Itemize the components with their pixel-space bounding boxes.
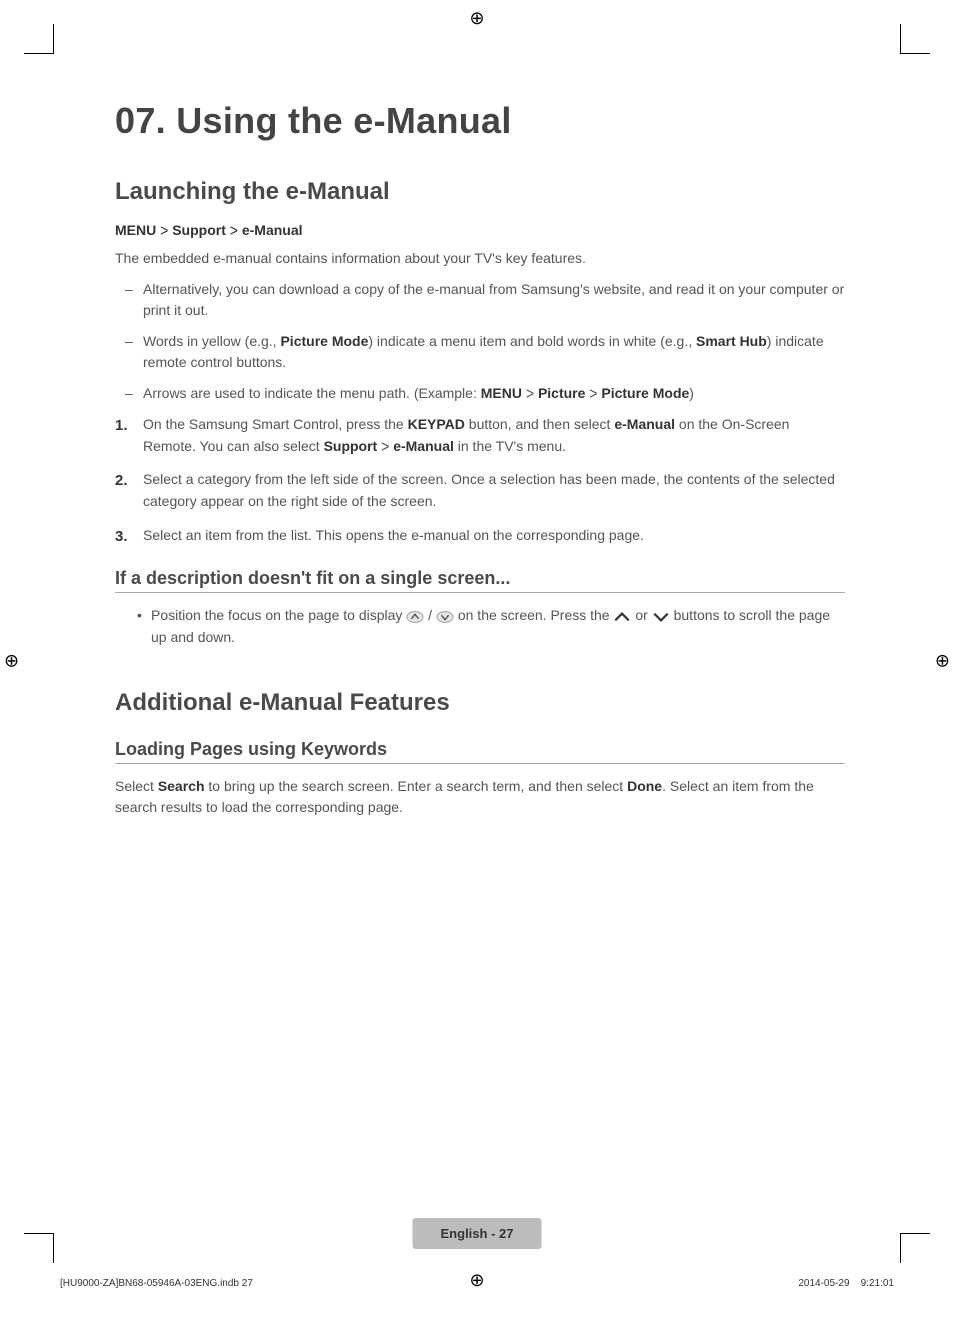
section-heading-launching: Launching the e-Manual: [115, 178, 845, 206]
dash-item: Arrows are used to indicate the menu pat…: [139, 383, 845, 404]
step-number: 2.: [115, 469, 128, 492]
crop-mark: [24, 24, 54, 54]
text: Words in yellow (e.g.,: [143, 333, 280, 349]
numbered-item: 3. Select an item from the list. This op…: [139, 525, 845, 547]
text: On the Samsung Smart Control, press the: [143, 416, 408, 432]
page-footer-badge: English - 27: [413, 1218, 542, 1249]
scroll-down-bubble-icon: [436, 609, 454, 623]
step-number: 3.: [115, 525, 128, 548]
body-text: Select Search to bring up the search scr…: [115, 776, 845, 818]
menu-path-part: e-Manual: [242, 222, 303, 238]
chevron-up-icon: [613, 609, 631, 623]
registration-mark-icon: ⊕: [469, 8, 484, 29]
text: Arrows are used to indicate the menu pat…: [143, 385, 481, 401]
dash-item: Alternatively, you can download a copy o…: [139, 279, 845, 321]
chevron-right-icon: >: [526, 381, 534, 406]
bold-term: Picture Mode: [601, 385, 689, 401]
dash-list: Alternatively, you can download a copy o…: [115, 279, 845, 404]
footer-page-number: 27: [499, 1226, 513, 1241]
chevron-down-icon: [652, 609, 670, 623]
menu-path-part: Support: [172, 222, 226, 238]
bullet-item: Position the focus on the page to displa…: [151, 605, 845, 648]
intro-text: The embedded e-manual contains informati…: [115, 248, 845, 269]
text: /: [428, 607, 436, 623]
page-content: 07. Using the e-Manual Launching the e-M…: [115, 100, 845, 828]
bold-term: KEYPAD: [408, 416, 465, 432]
bold-term: Done: [627, 778, 662, 794]
print-slug-right: 2014-05-29 9:21:01: [798, 1278, 894, 1289]
text: ): [689, 385, 694, 401]
subsection-heading-scroll: If a description doesn't fit on a single…: [115, 568, 845, 593]
text: or: [635, 607, 651, 623]
text: in the TV's menu.: [454, 438, 566, 454]
bold-term: MENU: [481, 385, 522, 401]
bullet-list: Position the focus on the page to displa…: [115, 605, 845, 648]
numbered-item: 1. On the Samsung Smart Control, press t…: [139, 414, 845, 457]
text: button, and then select: [465, 416, 614, 432]
chevron-right-icon: >: [381, 434, 389, 460]
text: on the screen. Press the: [458, 607, 614, 623]
menu-path-part: MENU: [115, 222, 156, 238]
menu-path: MENU > Support > e-Manual: [115, 222, 845, 238]
bold-term: Picture Mode: [280, 333, 368, 349]
chevron-right-icon: >: [160, 220, 168, 239]
crop-mark: [900, 1233, 930, 1263]
footer-language: English -: [441, 1226, 500, 1241]
bold-term: e-Manual: [393, 438, 454, 454]
text: Select: [115, 778, 158, 794]
bold-term: Search: [158, 778, 205, 794]
step-number: 1.: [115, 414, 128, 437]
text: ) indicate a menu item and bold words in…: [368, 333, 696, 349]
chevron-right-icon: >: [589, 381, 597, 406]
text: Select a category from the left side of …: [143, 471, 835, 509]
crop-mark: [24, 1233, 54, 1263]
numbered-list: 1. On the Samsung Smart Control, press t…: [115, 414, 845, 546]
subsection-heading-keywords: Loading Pages using Keywords: [115, 739, 845, 764]
dash-item: Words in yellow (e.g., Picture Mode) ind…: [139, 331, 845, 373]
registration-mark-icon: ⊕: [4, 650, 19, 671]
bold-term: e-Manual: [614, 416, 675, 432]
bold-term: Picture: [538, 385, 585, 401]
bold-term: Support: [324, 438, 378, 454]
section-heading-additional: Additional e-Manual Features: [115, 689, 845, 717]
text: Position the focus on the page to displa…: [151, 607, 406, 623]
scroll-up-bubble-icon: [406, 609, 424, 623]
print-slug-left: [HU9000-ZA]BN68-05946A-03ENG.indb 27: [60, 1278, 253, 1289]
registration-mark-icon: ⊕: [935, 650, 950, 671]
chapter-title: 07. Using the e-Manual: [115, 100, 845, 142]
registration-mark-icon: ⊕: [469, 1270, 484, 1291]
bold-term: Smart Hub: [696, 333, 767, 349]
text: to bring up the search screen. Enter a s…: [205, 778, 628, 794]
text: Select an item from the list. This opens…: [143, 527, 644, 543]
numbered-item: 2. Select a category from the left side …: [139, 469, 845, 512]
chevron-right-icon: >: [230, 220, 238, 239]
crop-mark: [900, 24, 930, 54]
